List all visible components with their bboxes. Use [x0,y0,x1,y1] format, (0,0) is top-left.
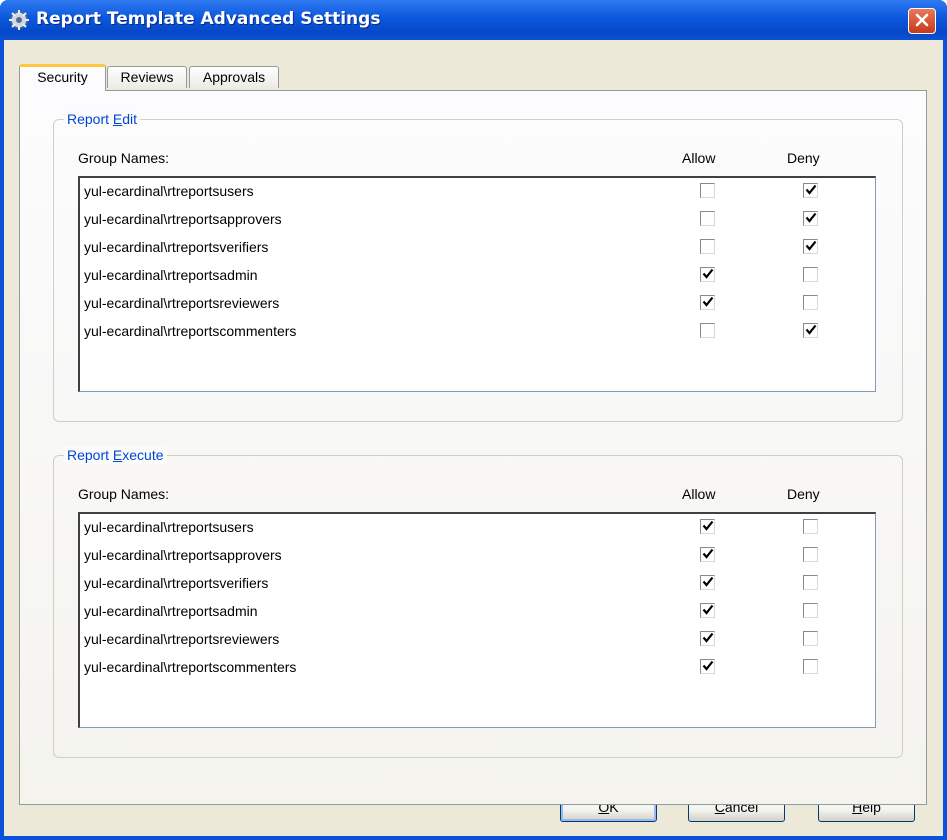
allow-checkbox[interactable] [700,323,715,338]
report-edit-group-list[interactable]: yul-ecardinal\rtreportsusers yul-ecardina… [78,176,876,392]
allow-checkbox[interactable] [700,575,715,590]
group-names-header: Group Names: [78,486,170,502]
deny-checkbox[interactable] [803,519,818,534]
list-item[interactable]: yul-ecardinal\rtreportsusers [84,181,254,201]
deny-checkbox[interactable] [803,575,818,590]
allow-checkbox[interactable] [700,519,715,534]
list-item[interactable]: yul-ecardinal\rtreportscommenters [84,657,296,677]
list-item[interactable]: yul-ecardinal\rtreportsverifiers [84,237,268,257]
list-item[interactable]: yul-ecardinal\rtreportsverifiers [84,573,268,593]
allow-checkbox[interactable] [700,183,715,198]
tab-label: Reviews [120,69,174,85]
allow-checkbox[interactable] [700,295,715,310]
tab-reviews[interactable]: Reviews [107,66,187,88]
deny-checkbox[interactable] [803,211,818,226]
list-item[interactable]: yul-ecardinal\rtreportsusers [84,517,254,537]
deny-checkbox[interactable] [803,631,818,646]
close-icon [915,13,929,30]
window-title: Report Template Advanced Settings [36,9,381,29]
deny-checkbox[interactable] [803,295,818,310]
tab-security[interactable]: Security [19,64,106,91]
report-edit-legend: Report Edit [64,110,141,128]
deny-checkbox[interactable] [803,547,818,562]
gear-icon [8,9,30,31]
deny-checkbox[interactable] [803,323,818,338]
dialog-window: Report Template Advanced Settings Securi… [0,0,947,840]
allow-checkbox[interactable] [700,547,715,562]
tab-label: Approvals [202,69,266,85]
deny-checkbox[interactable] [803,659,818,674]
tab-label: Security [37,69,88,85]
report-execute-group: Report Execute Group Names: Allow Deny y… [53,446,903,758]
deny-header: Deny [787,150,820,166]
report-edit-group: Report Edit Group Names: Allow Deny yul-… [53,110,903,422]
deny-checkbox[interactable] [803,603,818,618]
allow-checkbox[interactable] [700,659,715,674]
allow-header: Allow [682,486,716,502]
report-execute-legend: Report Execute [64,446,167,464]
close-button[interactable] [908,8,936,34]
list-item[interactable]: yul-ecardinal\rtreportsreviewers [84,629,279,649]
allow-checkbox[interactable] [700,631,715,646]
group-names-header: Group Names: [78,150,170,166]
deny-checkbox[interactable] [803,183,818,198]
list-item[interactable]: yul-ecardinal\rtreportsapprovers [84,209,282,229]
title-bar[interactable]: Report Template Advanced Settings [0,0,947,40]
list-item[interactable]: yul-ecardinal\rtreportsadmin [84,265,258,285]
allow-checkbox[interactable] [700,267,715,282]
allow-checkbox[interactable] [700,239,715,254]
list-item[interactable]: yul-ecardinal\rtreportsadmin [84,601,258,621]
tab-approvals[interactable]: Approvals [189,66,279,88]
security-tab-panel: Report Edit Group Names: Allow Deny yul-… [19,90,927,805]
allow-checkbox[interactable] [700,211,715,226]
list-item[interactable]: yul-ecardinal\rtreportscommenters [84,321,296,341]
allow-header: Allow [682,150,716,166]
list-item[interactable]: yul-ecardinal\rtreportsapprovers [84,545,282,565]
report-execute-group-list[interactable]: yul-ecardinal\rtreportsusers yul-ecardina… [78,512,876,728]
list-item[interactable]: yul-ecardinal\rtreportsreviewers [84,293,279,313]
dialog-client-area: Security Reviews Approvals Report Edit G… [4,40,943,836]
deny-checkbox[interactable] [803,267,818,282]
allow-checkbox[interactable] [700,603,715,618]
deny-header: Deny [787,486,820,502]
deny-checkbox[interactable] [803,239,818,254]
